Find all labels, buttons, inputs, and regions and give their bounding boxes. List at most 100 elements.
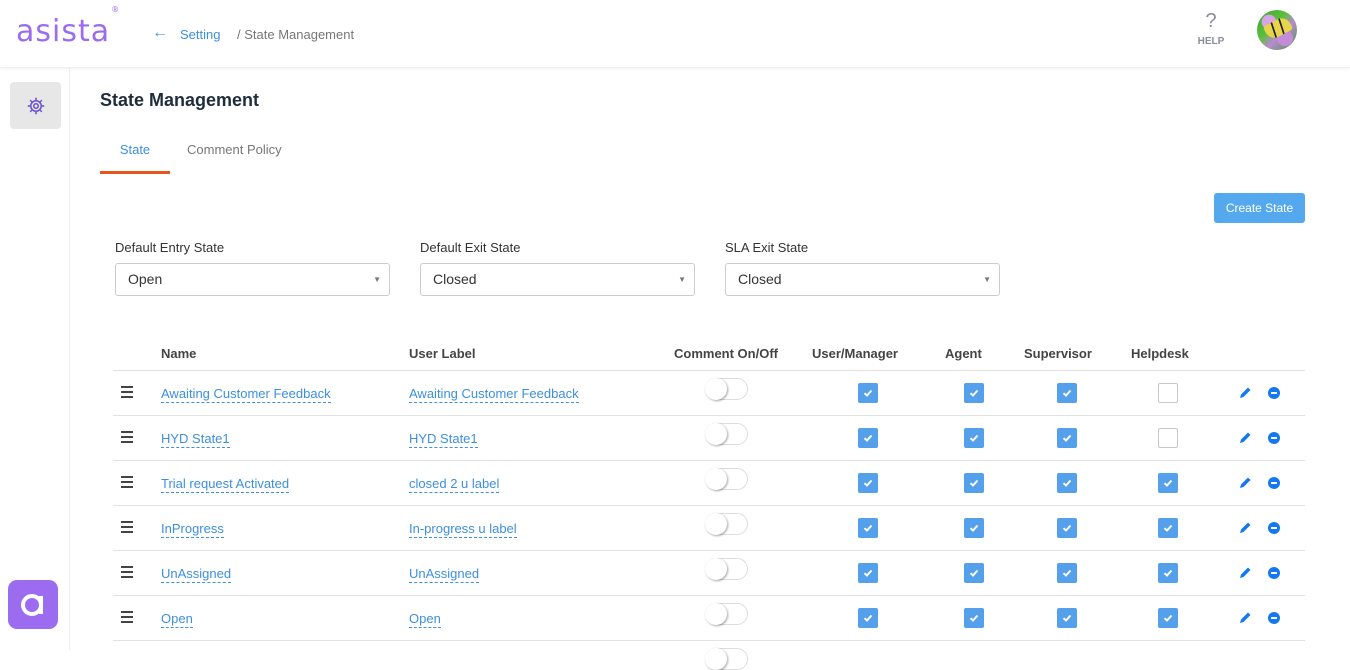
arrow-left-icon[interactable]: ← (152, 24, 168, 42)
tab-state[interactable]: State (100, 140, 170, 174)
remove-icon[interactable] (1268, 432, 1280, 444)
check-icon (863, 524, 873, 532)
comment-toggle[interactable] (705, 468, 748, 490)
user-manager-checkbox[interactable] (858, 608, 878, 628)
agent-checkbox[interactable] (964, 563, 984, 583)
toggle-knob (705, 513, 727, 535)
tabs: State Comment Policy (100, 140, 282, 174)
breadcrumb-current: / State Management (237, 27, 355, 42)
remove-icon[interactable] (1268, 612, 1280, 624)
check-icon (1062, 614, 1072, 622)
supervisor-checkbox[interactable] (1057, 608, 1077, 628)
user-avatar[interactable] (1257, 10, 1297, 50)
sidebar (0, 68, 70, 650)
comment-toggle[interactable] (705, 513, 748, 535)
column-header-helpdesk: Helpdesk (1131, 346, 1189, 361)
caret-down-icon: ▼ (373, 275, 381, 284)
state-name-link[interactable]: UnAssigned (161, 566, 232, 583)
helpdesk-checkbox[interactable] (1158, 473, 1178, 493)
supervisor-checkbox[interactable] (1057, 563, 1077, 583)
comment-toggle[interactable] (705, 423, 748, 445)
user-manager-checkbox[interactable] (858, 518, 878, 538)
check-icon (1163, 569, 1173, 577)
remove-icon[interactable] (1268, 477, 1280, 489)
agent-checkbox[interactable] (964, 473, 984, 493)
comment-toggle[interactable] (705, 558, 748, 580)
logo-text: asista (16, 14, 111, 49)
asista-app-button[interactable] (8, 580, 58, 629)
user-manager-checkbox[interactable] (858, 428, 878, 448)
check-icon (1163, 524, 1173, 532)
pencil-icon[interactable] (1239, 521, 1252, 534)
check-icon (863, 389, 873, 397)
agent-checkbox[interactable] (964, 608, 984, 628)
column-header-user-label: User Label (409, 346, 476, 361)
sla-exit-state-select[interactable]: Closed ▼ (725, 263, 1000, 296)
pencil-icon[interactable] (1239, 566, 1252, 579)
toggle-knob (705, 603, 727, 625)
help-button[interactable]: ? HELP (1194, 10, 1228, 47)
user-label-link[interactable]: HYD State1 (409, 431, 478, 448)
helpdesk-checkbox[interactable] (1158, 428, 1178, 448)
drag-handle-icon[interactable] (121, 386, 133, 401)
drag-handle-icon[interactable] (121, 521, 133, 536)
tab-comment-policy[interactable]: Comment Policy (187, 140, 282, 174)
user-label-link[interactable]: closed 2 u label (409, 476, 500, 493)
helpdesk-checkbox[interactable] (1158, 518, 1178, 538)
check-icon (863, 434, 873, 442)
comment-toggle[interactable] (705, 378, 748, 400)
helpdesk-checkbox[interactable] (1158, 608, 1178, 628)
pencil-icon[interactable] (1239, 386, 1252, 399)
agent-checkbox[interactable] (964, 428, 984, 448)
supervisor-checkbox[interactable] (1057, 428, 1077, 448)
user-label-link[interactable]: Open (409, 611, 441, 628)
state-name-link[interactable]: Open (161, 611, 193, 628)
registered-mark: ® (111, 5, 121, 14)
comment-toggle[interactable] (705, 648, 748, 670)
user-label-link[interactable]: UnAssigned (409, 566, 480, 583)
supervisor-checkbox[interactable] (1057, 518, 1077, 538)
toggle-knob (705, 648, 727, 670)
remove-icon[interactable] (1268, 522, 1280, 534)
create-state-button[interactable]: Create State (1214, 193, 1305, 223)
supervisor-checkbox[interactable] (1057, 383, 1077, 403)
pencil-icon[interactable] (1239, 476, 1252, 489)
drag-handle-icon[interactable] (121, 611, 133, 626)
default-entry-state-select[interactable]: Open ▼ (115, 263, 390, 296)
sidebar-item-settings[interactable] (10, 82, 61, 129)
state-name-link[interactable]: InProgress (161, 521, 224, 538)
supervisor-checkbox[interactable] (1057, 473, 1077, 493)
remove-icon[interactable] (1268, 387, 1280, 399)
pencil-icon[interactable] (1239, 431, 1252, 444)
agent-checkbox[interactable] (964, 518, 984, 538)
pencil-icon[interactable] (1239, 611, 1252, 624)
helpdesk-checkbox[interactable] (1158, 563, 1178, 583)
select-value: Closed (738, 271, 782, 287)
comment-toggle[interactable] (705, 603, 748, 625)
help-label: HELP (1197, 36, 1225, 47)
toggle-knob (705, 468, 727, 490)
caret-down-icon: ▼ (983, 275, 991, 284)
user-manager-checkbox[interactable] (858, 383, 878, 403)
asista-a-icon (21, 593, 43, 616)
default-exit-state-select[interactable]: Closed ▼ (420, 263, 695, 296)
user-manager-checkbox[interactable] (858, 473, 878, 493)
state-name-link[interactable]: HYD State1 (161, 431, 230, 448)
default-entry-state-field: Default Entry State Open ▼ (115, 240, 390, 296)
default-exit-state-field: Default Exit State Closed ▼ (420, 240, 695, 296)
state-name-link[interactable]: Awaiting Customer Feedback (161, 386, 331, 403)
agent-checkbox[interactable] (964, 383, 984, 403)
caret-down-icon: ▼ (678, 275, 686, 284)
drag-handle-icon[interactable] (121, 431, 133, 446)
drag-handle-icon[interactable] (121, 566, 133, 581)
asista-logo[interactable]: asista® (16, 5, 119, 49)
user-manager-checkbox[interactable] (858, 563, 878, 583)
table-row: Trial request Activated closed 2 u label (113, 461, 1305, 506)
user-label-link[interactable]: In-progress u label (409, 521, 517, 538)
remove-icon[interactable] (1268, 567, 1280, 579)
drag-handle-icon[interactable] (121, 476, 133, 491)
user-label-link[interactable]: Awaiting Customer Feedback (409, 386, 579, 403)
helpdesk-checkbox[interactable] (1158, 383, 1178, 403)
breadcrumb-setting-link[interactable]: Setting (180, 27, 220, 42)
state-name-link[interactable]: Trial request Activated (161, 476, 290, 493)
